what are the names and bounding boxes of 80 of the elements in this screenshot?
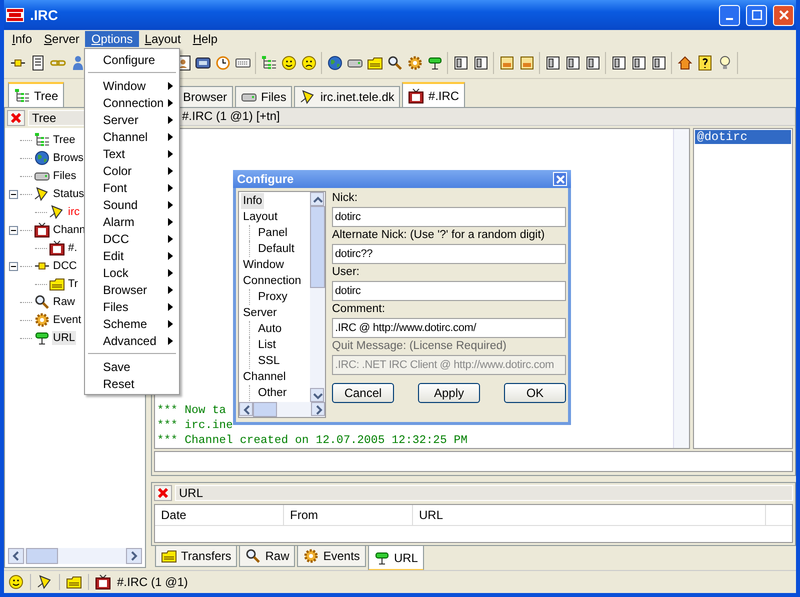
tree-item[interactable]: Panel	[249, 225, 290, 241]
menu-item[interactable]: Advanced	[85, 332, 179, 349]
menu-item[interactable]: Window	[85, 77, 179, 94]
menu-item[interactable]: Info	[6, 31, 38, 47]
tree-item[interactable]: Other	[249, 385, 289, 401]
tree-item[interactable]: URL	[52, 331, 76, 345]
field-label: Quit Message: (License Required)	[332, 339, 508, 354]
menu-item[interactable]: Alarm	[85, 213, 179, 230]
chat-message: *** Now ta	[157, 403, 226, 418]
menu-item[interactable]: Color	[85, 162, 179, 179]
field-label: Nick:	[332, 191, 359, 206]
field-label: Alternate Nick: (Use '?' for a random digit)	[332, 228, 546, 243]
tree-item[interactable]: Layout	[241, 209, 280, 225]
tree-item[interactable]: Brows	[52, 151, 85, 165]
menu-item[interactable]: DCC	[85, 230, 179, 247]
input-field[interactable]: dotirc	[332, 281, 566, 301]
tree-item[interactable]: Raw	[52, 295, 76, 309]
tab[interactable]: irc.inet.tele.dk	[294, 86, 400, 107]
menu-item[interactable]: Text	[85, 145, 179, 162]
menu-item[interactable]: Edit	[85, 247, 179, 264]
column-header[interactable]: URL	[413, 505, 766, 525]
chat-message: *** Channel created on 12.07.2005 12:32:25 PM	[157, 433, 468, 448]
menu-item[interactable]: Reset	[85, 375, 179, 392]
menu-item[interactable]: Layout	[138, 31, 187, 47]
tree-item[interactable]: #.	[67, 241, 78, 255]
menu-item[interactable]: Help	[186, 31, 224, 47]
column-header[interactable]: Date	[155, 505, 284, 525]
tab[interactable]: Events	[297, 546, 366, 567]
dialog-title: Configure	[237, 172, 295, 186]
menu-item[interactable]: Configure	[85, 51, 179, 68]
status-text: #.IRC (1 @1)	[117, 575, 188, 589]
cancel-button[interactable]: Cancel	[332, 383, 394, 403]
tab[interactable]: Raw	[239, 546, 296, 567]
nick-item[interactable]: @dotirc	[695, 130, 791, 144]
menu-item[interactable]: Channel	[85, 128, 179, 145]
tree-item[interactable]: Tr	[67, 277, 79, 291]
tree-item[interactable]: List	[249, 337, 278, 353]
tree-item[interactable]: Tree	[52, 133, 76, 147]
column-header[interactable]: From	[284, 505, 413, 525]
tree-item[interactable]: DCC	[52, 259, 78, 273]
tree-item[interactable]: Event	[52, 313, 82, 327]
tree-item[interactable]: Status	[52, 187, 86, 201]
tree-item[interactable]: Info	[241, 193, 264, 209]
window-title: .IRC	[30, 7, 58, 23]
tree-item[interactable]: Window	[241, 257, 286, 273]
menu-item[interactable]: Connection	[85, 94, 179, 111]
tree-item[interactable]: Files	[52, 169, 78, 183]
menu-item[interactable]: Scheme	[85, 315, 179, 332]
field-label: Comment:	[332, 302, 386, 317]
ok-button[interactable]: OK	[504, 383, 566, 403]
tree-item[interactable]: irc	[67, 205, 81, 219]
apply-button[interactable]: Apply	[418, 383, 480, 403]
tab[interactable]: Browser	[177, 86, 234, 107]
menu-item[interactable]: Options	[85, 31, 139, 47]
menu-item[interactable]: Browser	[85, 281, 179, 298]
field-label: User:	[332, 265, 360, 280]
menu-item[interactable]: Server	[38, 31, 86, 47]
input-field[interactable]: dotirc	[332, 207, 566, 227]
tree-item[interactable]: SSL	[249, 353, 282, 369]
menu-item[interactable]: Save	[85, 358, 179, 375]
tree-item[interactable]: Auto	[249, 321, 284, 337]
tree-item[interactable]: Connection	[241, 273, 304, 289]
menu-item[interactable]: Font	[85, 179, 179, 196]
tree-item[interactable]: Channel	[241, 369, 288, 385]
input-field[interactable]: .IRC @ http://www.dotirc.com/	[332, 318, 566, 338]
tab[interactable]: Tree	[8, 82, 64, 107]
tab[interactable]: Files	[235, 86, 292, 107]
chat-message: *** irc.ine	[157, 418, 233, 433]
tree-item[interactable]: Default	[249, 241, 296, 257]
tab[interactable]: URL	[368, 546, 424, 571]
tree-item[interactable]: Proxy	[249, 289, 290, 305]
input-field[interactable]: dotirc??	[332, 244, 566, 264]
tree-item[interactable]: Server	[241, 305, 279, 321]
menu-item[interactable]: Sound	[85, 196, 179, 213]
panel-title: URL	[175, 485, 793, 501]
menu-item[interactable]: Files	[85, 298, 179, 315]
tab[interactable]: Transfers	[155, 546, 238, 567]
tab[interactable]: #.IRC	[402, 82, 466, 107]
menu-item[interactable]: Lock	[85, 264, 179, 281]
tree-item[interactable]: Chann	[52, 223, 86, 237]
